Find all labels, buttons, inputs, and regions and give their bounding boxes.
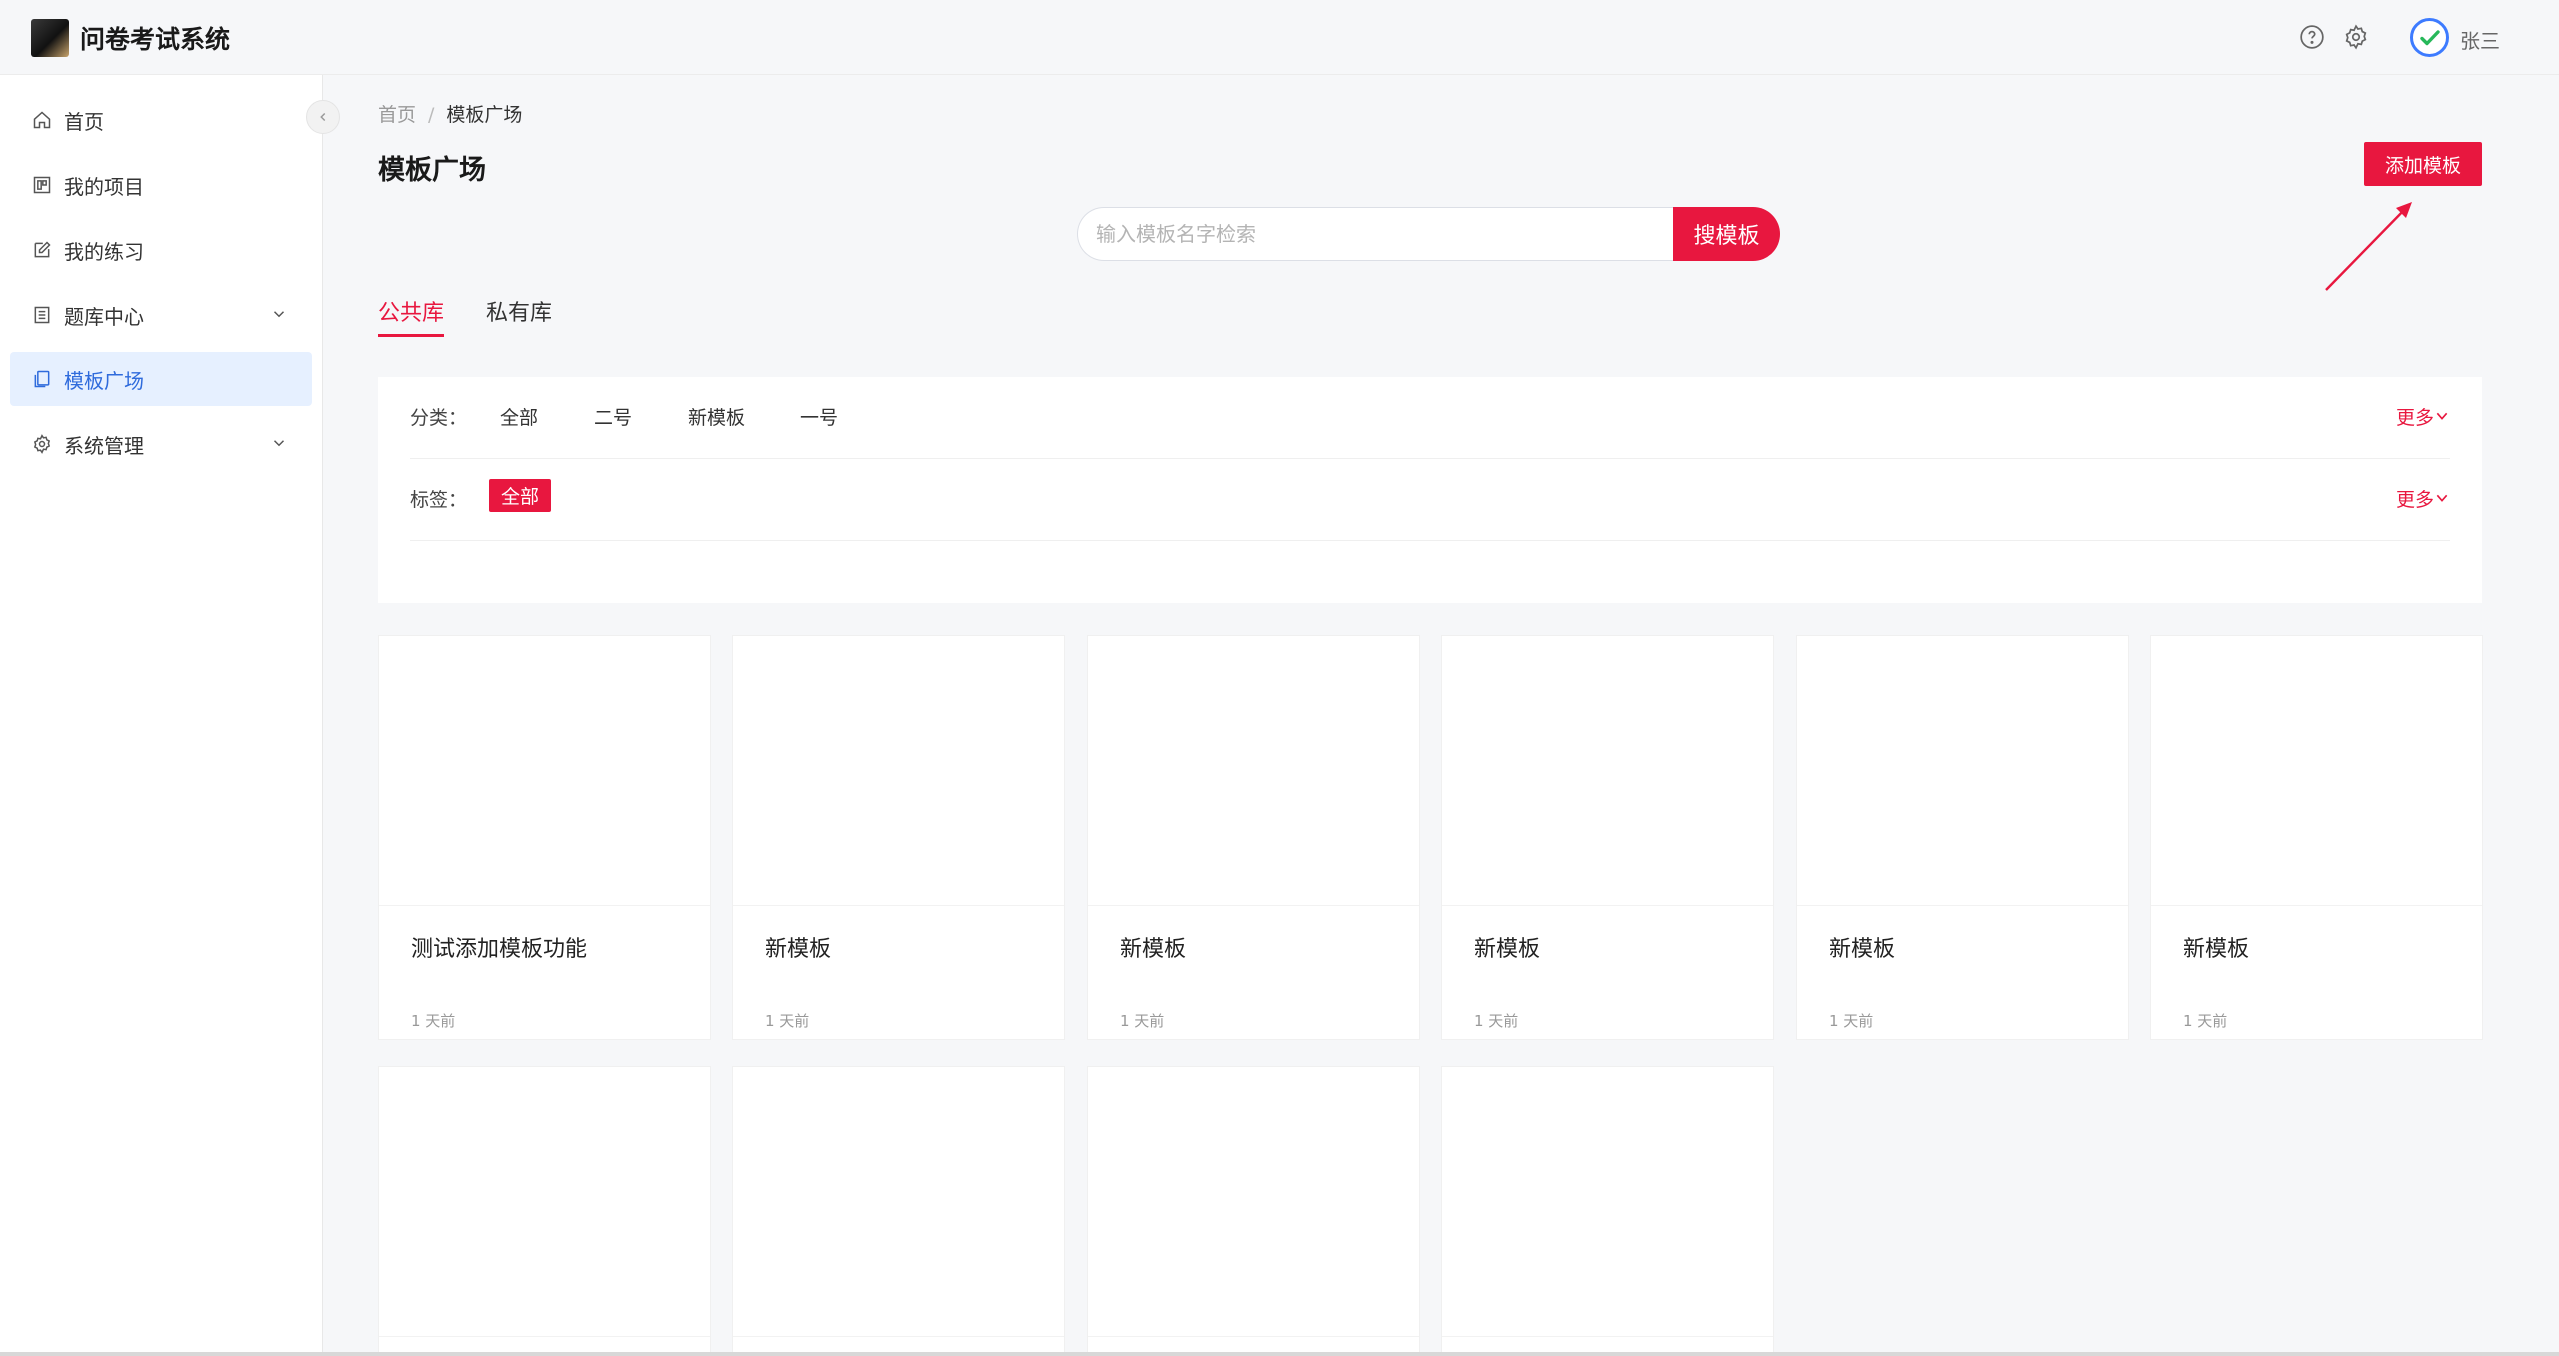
more-label: 更多 xyxy=(2395,489,2434,511)
sidebar-item-label: 模板广场 xyxy=(64,368,144,393)
sidebar-item-system-admin[interactable]: 系统管理 xyxy=(10,417,312,471)
category-filter-row: 分类： 全部 二号 新模板 一号 更多 xyxy=(410,377,2450,459)
chevron-left-icon xyxy=(320,112,326,122)
chevron-down-icon xyxy=(2436,412,2448,420)
tag-more-link[interactable]: 更多 xyxy=(2396,485,2450,512)
breadcrumb-current: 模板广场 xyxy=(446,104,523,126)
template-time: 1 天前 xyxy=(1829,1012,1874,1030)
template-card[interactable]: 新模板 1 天前 xyxy=(1441,635,1774,1040)
template-time: 1 天前 xyxy=(1474,1012,1519,1030)
project-icon xyxy=(33,176,51,194)
page-title: 模板广场 xyxy=(378,155,486,186)
template-card[interactable]: 新模板 1 天前 xyxy=(2150,635,2483,1040)
category-option[interactable]: 新模板 xyxy=(688,403,745,430)
template-card[interactable] xyxy=(1441,1066,1774,1356)
sidebar-collapse-button[interactable] xyxy=(306,100,340,134)
avatar[interactable] xyxy=(2410,18,2449,57)
tag-label: 标签： xyxy=(410,489,468,511)
chevron-down-icon xyxy=(2436,494,2448,502)
template-thumbnail xyxy=(379,636,710,906)
sidebar-item-label: 我的项目 xyxy=(64,174,144,199)
template-thumbnail xyxy=(1797,636,2128,906)
template-thumbnail xyxy=(733,1067,1064,1337)
home-icon xyxy=(33,111,51,129)
sidebar-item-label: 题库中心 xyxy=(64,304,144,329)
template-search: 搜模板 xyxy=(1077,207,1780,261)
category-option[interactable]: 一号 xyxy=(800,403,838,430)
template-name: 测试添加模板功能 xyxy=(411,937,588,962)
tag-option-selected[interactable]: 全部 xyxy=(489,479,552,512)
sidebar-item-home[interactable]: 首页 xyxy=(10,93,312,147)
tab-private-library[interactable]: 私有库 xyxy=(486,295,552,327)
template-card[interactable] xyxy=(732,1066,1065,1356)
check-icon xyxy=(2419,29,2440,45)
top-header: 问卷考试系统 张三 xyxy=(0,0,2559,75)
template-card[interactable]: 测试添加模板功能 1 天前 xyxy=(378,635,711,1040)
breadcrumb-home[interactable]: 首页 xyxy=(378,104,416,126)
template-name: 新模板 xyxy=(1120,937,1187,962)
template-time: 1 天前 xyxy=(411,1012,456,1030)
sidebar: 首页 我的项目 我的练习 题库中心 模板广场 系统管理 xyxy=(0,75,323,1356)
template-thumbnail xyxy=(1088,1067,1419,1337)
template-thumbnail xyxy=(2151,636,2482,906)
gear-icon[interactable] xyxy=(2343,24,2369,50)
search-button[interactable]: 搜模板 xyxy=(1673,207,1780,261)
sidebar-item-label: 首页 xyxy=(64,109,104,134)
app-logo xyxy=(31,19,69,57)
template-name: 新模板 xyxy=(1829,937,1896,962)
template-card[interactable]: 新模板 1 天前 xyxy=(732,635,1065,1040)
breadcrumb-separator: / xyxy=(428,104,435,126)
template-icon xyxy=(34,370,50,388)
template-time: 1 天前 xyxy=(2183,1012,2228,1030)
more-label: 更多 xyxy=(2395,407,2434,429)
sidebar-item-my-practice[interactable]: 我的练习 xyxy=(10,223,312,277)
chevron-down-icon xyxy=(273,311,285,318)
template-name: 新模板 xyxy=(1474,937,1541,962)
sidebar-item-question-bank[interactable]: 题库中心 xyxy=(10,288,312,342)
red-arrow-annotation xyxy=(2325,202,2412,291)
bottom-scroll-edge xyxy=(0,1352,2559,1356)
template-thumbnail xyxy=(1442,1067,1773,1337)
tag-filter-row: 标签： 全部 更多 xyxy=(410,459,2450,541)
search-input[interactable] xyxy=(1077,207,1677,261)
user-name[interactable]: 张三 xyxy=(2460,25,2500,54)
template-card[interactable]: 新模板 1 天前 xyxy=(1796,635,2129,1040)
template-thumbnail xyxy=(1442,636,1773,906)
sidebar-item-template-square[interactable]: 模板广场 xyxy=(10,352,312,406)
breadcrumb: 首页 / 模板广场 xyxy=(378,100,522,127)
template-time: 1 天前 xyxy=(765,1012,810,1030)
sidebar-item-label: 系统管理 xyxy=(64,433,144,458)
edit-icon xyxy=(34,241,51,258)
filter-panel: 分类： 全部 二号 新模板 一号 更多 标签： 全部 更多 xyxy=(378,377,2482,603)
app-title: 问卷考试系统 xyxy=(80,25,231,54)
add-template-button[interactable]: 添加模板 xyxy=(2364,142,2482,186)
template-thumbnail xyxy=(1088,636,1419,906)
tab-public-library[interactable]: 公共库 xyxy=(378,295,444,327)
template-card[interactable]: 新模板 1 天前 xyxy=(1087,635,1420,1040)
template-card[interactable] xyxy=(1087,1066,1420,1356)
template-thumbnail xyxy=(379,1067,710,1337)
category-option[interactable]: 二号 xyxy=(594,403,632,430)
sidebar-item-label: 我的练习 xyxy=(64,239,144,264)
category-more-link[interactable]: 更多 xyxy=(2396,403,2450,430)
gear-icon xyxy=(33,434,51,454)
category-option[interactable]: 全部 xyxy=(500,403,538,430)
help-circle-icon[interactable] xyxy=(2299,24,2325,50)
template-thumbnail xyxy=(733,636,1064,906)
template-name: 新模板 xyxy=(765,937,832,962)
sidebar-item-my-projects[interactable]: 我的项目 xyxy=(10,158,312,212)
template-card[interactable] xyxy=(378,1066,711,1356)
list-icon xyxy=(34,306,50,324)
category-label: 分类： xyxy=(410,407,468,429)
template-time: 1 天前 xyxy=(1120,1012,1165,1030)
tab-active-underline xyxy=(378,334,444,337)
template-name: 新模板 xyxy=(2183,937,2250,962)
chevron-down-icon xyxy=(273,440,285,447)
